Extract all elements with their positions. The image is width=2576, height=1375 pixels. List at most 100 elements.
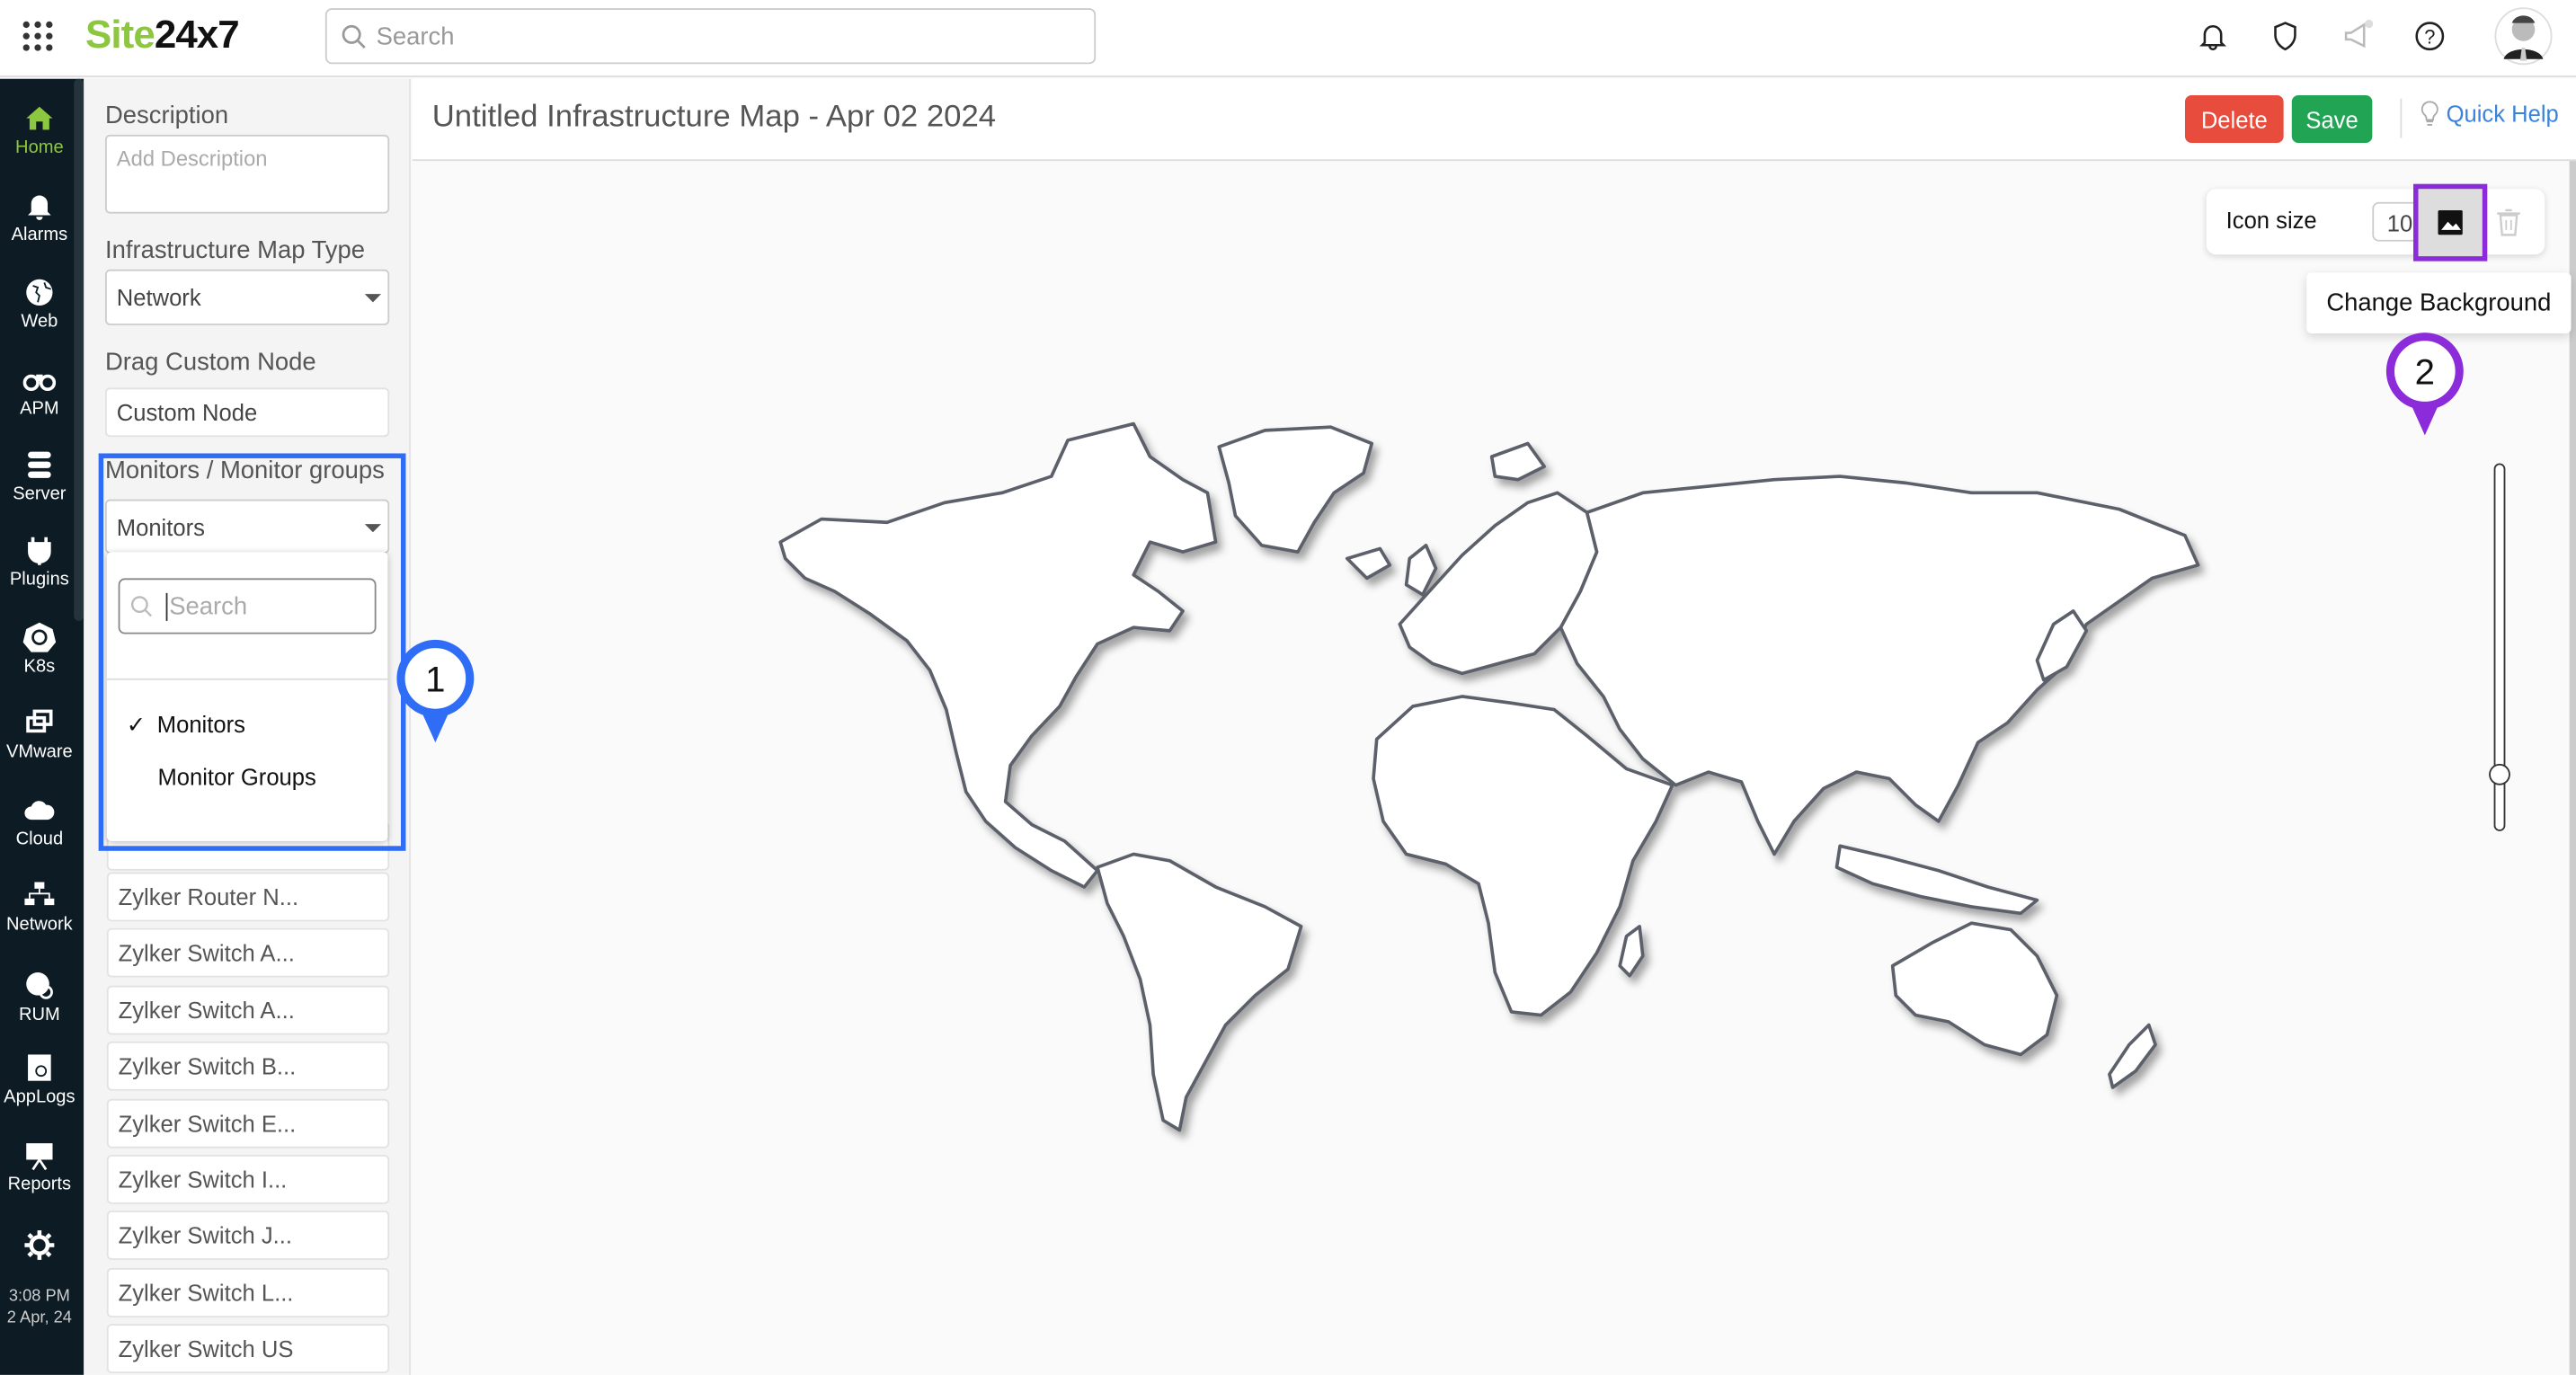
image-icon: [2438, 209, 2463, 235]
nav-item-vmware[interactable]: VMware: [0, 706, 79, 762]
page-title: Untitled Infrastructure Map - Apr 02 202…: [431, 100, 997, 135]
nav-label: Home: [15, 138, 64, 158]
monitor-item[interactable]: Zylker Switch B...: [106, 1042, 390, 1092]
search-icon: [130, 596, 152, 617]
bell-icon[interactable]: [2197, 20, 2230, 53]
svg-text:2: 2: [2415, 352, 2435, 393]
dropdown-search-input[interactable]: Search: [118, 578, 377, 634]
change-background-button[interactable]: [2413, 183, 2488, 262]
rum-icon: [26, 972, 53, 999]
map-toolbar: Icon size 10: [2206, 189, 2545, 255]
search-icon: [342, 24, 366, 49]
app-grid-icon[interactable]: [22, 21, 53, 51]
map-type-label: Infrastructure Map Type: [104, 236, 366, 265]
monitor-item[interactable]: Zylker Router N...: [106, 872, 390, 922]
plug-icon: [28, 537, 51, 565]
monitor-item[interactable]: Zylker Switch I...: [106, 1154, 390, 1204]
vmware-icon: [26, 709, 53, 733]
icon-size-label: Icon size: [2225, 207, 2317, 234]
announcement-icon[interactable]: [2341, 19, 2375, 53]
nav-label: APM: [20, 399, 59, 420]
map-type-select[interactable]: Network: [104, 269, 390, 325]
uk: [1404, 544, 1438, 597]
chevron-down-icon: [364, 523, 382, 532]
nav-item-home[interactable]: Home: [0, 102, 79, 157]
cloud-icon: [24, 801, 55, 821]
nav-label: Alarms: [11, 225, 68, 245]
logo[interactable]: Site24x7: [85, 13, 240, 59]
trash-icon[interactable]: [2492, 205, 2526, 238]
server-icon: [28, 451, 51, 478]
tooltip: Change Background: [2306, 272, 2572, 334]
asia: [1559, 475, 2200, 856]
nav-item-k8s[interactable]: K8s: [0, 621, 79, 677]
nav-label: VMware: [5, 742, 73, 763]
monitor-item[interactable]: Zylker Switch L...: [106, 1267, 390, 1317]
south-america: [1096, 852, 1303, 1132]
bell-icon: [28, 195, 51, 220]
nav-item-alarms[interactable]: Alarms: [0, 189, 79, 244]
monitor-item[interactable]: Zylker Switch US: [106, 1324, 390, 1374]
monitor-item[interactable]: Zylker Switch J...: [106, 1211, 390, 1261]
zoom-slider-handle[interactable]: [2489, 763, 2510, 785]
madagascar: [1618, 925, 1645, 978]
monitors-dropdown: Search ✓ Monitors Monitor Groups: [106, 552, 388, 841]
dropdown-option-monitors[interactable]: ✓ Monitors: [127, 711, 245, 739]
quick-help-link[interactable]: Quick Help: [2420, 100, 2559, 127]
new-zealand: [2108, 1023, 2157, 1089]
arctic-island: [1489, 441, 1546, 482]
canvas-scrollbar[interactable]: [2569, 161, 2576, 1375]
avatar[interactable]: [2494, 6, 2554, 66]
save-button[interactable]: Save: [2291, 95, 2373, 144]
nav-label: Plugins: [9, 570, 69, 590]
step-marker-1: 1: [396, 639, 475, 743]
clock-date: 2 Apr, 24: [6, 1308, 72, 1327]
nav-item-rum[interactable]: RUM: [0, 969, 79, 1025]
chevron-down-icon: [364, 294, 382, 303]
monitor-item[interactable]: Zylker Switch E...: [106, 1098, 390, 1148]
home-icon: [26, 106, 53, 130]
custom-node-draggable[interactable]: Custom Node: [104, 387, 390, 438]
monitors-label: Monitors / Monitor groups: [104, 457, 385, 485]
map-header: Untitled Infrastructure Map - Apr 02 202…: [412, 78, 2576, 162]
description-textarea[interactable]: Add Description: [104, 134, 390, 214]
reports-icon: [26, 1143, 53, 1171]
nav-label: Cloud: [15, 829, 64, 849]
help-icon[interactable]: ?: [2413, 20, 2447, 53]
nav-item-applogs[interactable]: AppLogs: [0, 1051, 79, 1107]
top-bar: Site24x7 Search ?: [0, 0, 2576, 77]
iceland: [1345, 546, 1392, 581]
nav-item-server[interactable]: Server: [0, 448, 79, 504]
africa: [1372, 695, 1674, 1017]
japan: [2035, 609, 2089, 682]
monitors-select[interactable]: Monitors: [104, 499, 390, 554]
nav-label: K8s: [23, 657, 56, 678]
monitor-item[interactable]: Zylker Switch A...: [106, 985, 390, 1035]
nav-label: RUM: [18, 1005, 60, 1025]
nav-label: Web: [21, 312, 58, 333]
step-marker-2: 2: [2385, 333, 2464, 436]
europe: [1398, 491, 1599, 676]
australia: [1890, 921, 2059, 1057]
nav-label: Reports: [7, 1174, 72, 1194]
dropdown-option-monitor-groups[interactable]: Monitor Groups: [157, 764, 315, 790]
custom-node-label: Drag Custom Node: [104, 348, 316, 377]
svg-text:?: ?: [2424, 25, 2435, 48]
nav-item-cloud[interactable]: Cloud: [0, 794, 79, 849]
delete-button[interactable]: Delete: [2184, 95, 2284, 144]
check-icon: ✓: [126, 711, 147, 738]
nav-item-network[interactable]: Network: [0, 879, 79, 935]
nav-item-apm[interactable]: APM: [0, 363, 79, 419]
nav-label: Server: [13, 484, 67, 505]
monitor-item[interactable]: Zylker Switch A...: [106, 928, 390, 979]
lightbulb-icon: [2421, 101, 2438, 126]
settings-icon[interactable]: [23, 1229, 57, 1262]
nav-label: AppLogs: [4, 1087, 76, 1107]
network-icon: [24, 882, 55, 906]
nav-item-plugins[interactable]: Plugins: [0, 534, 79, 590]
shield-icon[interactable]: [2269, 20, 2302, 53]
nav-item-web[interactable]: Web: [0, 276, 79, 332]
search-input[interactable]: Search: [324, 8, 1097, 65]
nav-item-reports[interactable]: Reports: [0, 1139, 79, 1194]
north-america: [778, 421, 1218, 889]
